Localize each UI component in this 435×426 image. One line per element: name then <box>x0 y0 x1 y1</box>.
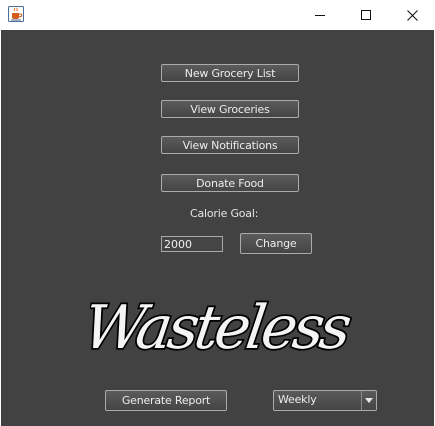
app-window: New Grocery List View Groceries View Not… <box>0 0 435 426</box>
wasteless-logo: Wasteless <box>90 292 355 365</box>
donate-food-button[interactable]: Donate Food <box>161 174 299 192</box>
maximize-icon <box>361 10 371 20</box>
view-groceries-button[interactable]: View Groceries <box>161 100 299 118</box>
title-bar <box>0 0 435 30</box>
close-icon <box>406 9 418 21</box>
calorie-goal-label: Calorie Goal: <box>190 207 259 220</box>
calorie-goal-input[interactable] <box>161 236 223 252</box>
minimize-icon <box>315 15 325 16</box>
main-panel: New Grocery List View Groceries View Not… <box>1 30 434 426</box>
minimize-button[interactable] <box>297 0 343 30</box>
change-calorie-button[interactable]: Change <box>240 233 312 254</box>
view-notifications-button[interactable]: View Notifications <box>161 136 299 154</box>
report-period-select[interactable]: Weekly <box>273 390 377 411</box>
java-coffee-cup-icon[interactable] <box>8 6 24 22</box>
close-button[interactable] <box>389 0 435 30</box>
report-period-value: Weekly <box>278 393 317 406</box>
logo-text: Wasteless <box>90 293 354 363</box>
maximize-button[interactable] <box>343 0 389 30</box>
generate-report-button[interactable]: Generate Report <box>105 390 227 411</box>
new-grocery-list-button[interactable]: New Grocery List <box>161 64 299 82</box>
chevron-down-icon[interactable] <box>361 391 376 410</box>
